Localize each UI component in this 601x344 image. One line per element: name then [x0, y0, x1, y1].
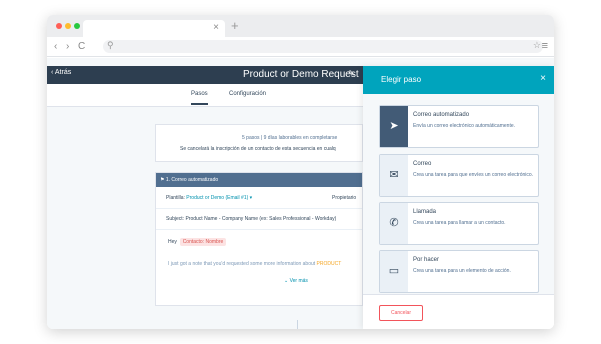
template-row: Plantilla: Product or Demo (Email #1) ▾ — [166, 195, 252, 201]
option-description: Crea una tarea para que envíes un correo… — [413, 172, 534, 178]
product-token[interactable]: PRODUCT — [317, 261, 342, 267]
tab-pasos[interactable]: Pasos — [191, 91, 208, 105]
option-description: Crea una tarea para llamar a un contacto… — [413, 220, 506, 226]
browser-tab[interactable]: × — [83, 20, 225, 37]
close-icon[interactable]: × — [540, 73, 546, 84]
option-title: Por hacer — [413, 257, 440, 263]
search-icon: ⚲ — [107, 40, 114, 50]
edit-pencil-icon[interactable]: ✎ — [348, 69, 355, 78]
divider — [156, 208, 362, 209]
step-header: ⚑ 1. Correo automatizado — [156, 173, 362, 187]
summary-steps-text: 5 pasos | 9 días laborables en completar… — [242, 135, 338, 141]
tab-configuracion[interactable]: Configuración — [229, 91, 266, 97]
subject-row[interactable]: Subject: Product Name - Company Name (ex… — [166, 216, 336, 222]
envelope-icon: ✉ — [380, 155, 408, 196]
phone-icon: ✆ — [380, 203, 408, 244]
browser-window: × + ‹ › C ⚲ ☆ ≡ ‹ Atrás Product or Demo … — [47, 15, 554, 329]
contact-name-token[interactable]: Contacto: Nombre — [179, 238, 227, 246]
reload-icon[interactable]: C — [78, 41, 85, 52]
panel-title: Elegir paso — [381, 75, 422, 84]
title-bar: × + — [47, 15, 554, 37]
step-card: ⚑ 1. Correo automatizado Plantilla: Prod… — [155, 172, 363, 306]
divider — [156, 229, 362, 230]
option-title: Correo — [413, 161, 432, 167]
app-content: ‹ Atrás Product or Demo Request ✎ Pasos … — [47, 58, 554, 329]
option-por-hacer[interactable]: ▭ Por hacer Crea una tarea para un eleme… — [379, 250, 539, 293]
send-icon: ➤ — [380, 106, 408, 147]
body-row: I just got a note that you'd requested s… — [168, 261, 341, 267]
forward-icon[interactable]: › — [66, 41, 69, 52]
back-icon[interactable]: ‹ — [54, 41, 57, 52]
maximize-window-dot[interactable] — [74, 23, 80, 29]
greeting-text: Hey — [168, 239, 177, 245]
option-llamada[interactable]: ✆ Llamada Crea una tarea para llamar a u… — [379, 202, 539, 245]
template-dropdown[interactable]: Product or Demo (Email #1) ▾ — [186, 195, 252, 201]
subject-value: Product Name - Company Name (ex: Sales P… — [185, 216, 337, 222]
subject-label: Subject: — [166, 216, 185, 222]
option-description: Crea una tarea para un elemento de acció… — [413, 268, 511, 274]
owner-label: Propietario — [332, 195, 357, 201]
address-bar-row: ‹ › C ⚲ ☆ ≡ — [47, 37, 554, 57]
summary-unenroll-text: Se cancelará la inscripción de un contac… — [180, 146, 336, 152]
option-title: Correo automatizado — [413, 112, 470, 118]
panel-footer: Cancelar — [363, 294, 554, 329]
greeting-row: Hey Contacto: Nombre — [168, 238, 227, 246]
flag-icon: ⚑ — [160, 177, 165, 183]
choose-step-panel: Elegir paso × ➤ Correo automatizado Enví… — [363, 66, 554, 329]
option-description: Envía un correo electrónico automáticame… — [413, 123, 515, 129]
minimize-window-dot[interactable] — [65, 23, 71, 29]
sequence-header: ‹ Atrás Product or Demo Request ✎ — [47, 66, 363, 84]
bookmark-star-icon[interactable]: ☆ — [533, 40, 541, 51]
sequence-summary-card: 5 pasos | 9 días laborables en completar… — [155, 124, 363, 162]
body-text: I just got a note that you'd requested s… — [168, 261, 316, 267]
step-title: 1. Correo automatizado — [165, 177, 219, 183]
step-header-label: ⚑ 1. Correo automatizado — [160, 177, 218, 183]
sequence-tabs: Pasos Configuración — [47, 84, 363, 107]
template-label: Plantilla: — [166, 195, 185, 201]
url-input[interactable]: ⚲ ☆ — [103, 40, 543, 53]
task-icon: ▭ — [380, 251, 408, 292]
option-correo[interactable]: ✉ Correo Crea una tarea para que envíes … — [379, 154, 539, 197]
ver-mas-link[interactable]: ⌄ Ver más — [284, 278, 308, 284]
sequence-title: Product or Demo Request — [243, 69, 359, 80]
panel-header: Elegir paso × — [363, 66, 554, 94]
new-tab-icon[interactable]: + — [231, 18, 239, 33]
option-title: Llamada — [413, 209, 437, 215]
back-link[interactable]: ‹ Atrás — [51, 69, 71, 76]
browser-menu-icon[interactable]: ≡ — [542, 40, 548, 52]
connector-line — [297, 320, 298, 329]
panel-body: ➤ Correo automatizado Envía un correo el… — [363, 94, 554, 294]
cancel-button[interactable]: Cancelar — [379, 305, 423, 321]
close-window-dot[interactable] — [56, 23, 62, 29]
tab-close-icon[interactable]: × — [213, 22, 219, 33]
option-correo-automatizado[interactable]: ➤ Correo automatizado Envía un correo el… — [379, 105, 539, 148]
